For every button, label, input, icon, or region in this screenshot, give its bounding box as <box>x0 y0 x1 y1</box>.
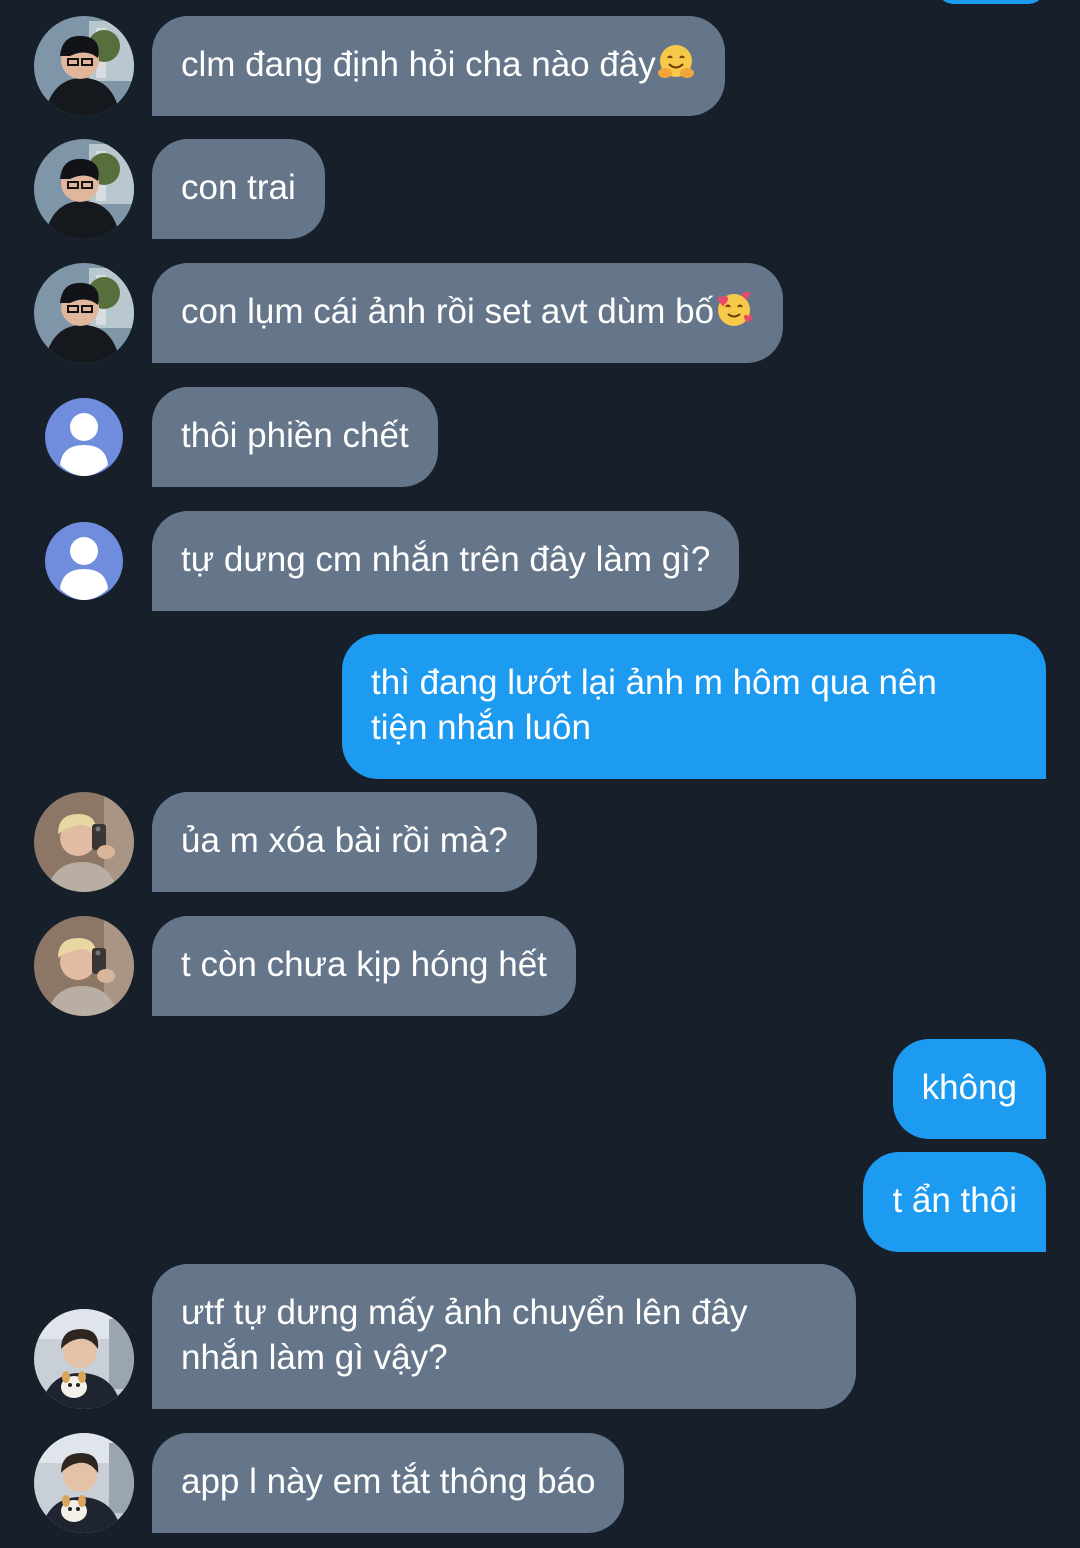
previous-outgoing-bubble-edge <box>936 0 1046 4</box>
default-user-avatar[interactable] <box>34 511 134 611</box>
message-text: clm đang định hỏi cha nào đây <box>181 45 656 84</box>
man-with-pet-avatar[interactable] <box>34 1309 134 1409</box>
message-bubble[interactable]: t ẩn thôi <box>863 1152 1046 1252</box>
message-bubble[interactable]: clm đang định hỏi cha nào đây <box>152 16 725 116</box>
message-text: thôi phiền chết <box>181 416 409 455</box>
message-text-line-1: thì đang lướt lại ảnh m hôm qua nên <box>371 663 937 702</box>
hugging-face-emoji <box>656 42 696 82</box>
dark-hair-man-avatar[interactable] <box>34 16 134 116</box>
message-bubble[interactable]: thì đang lướt lại ảnh m hôm qua nên tiện… <box>342 634 1046 779</box>
blonde-man-selfie-avatar[interactable] <box>34 792 134 892</box>
smiling-face-with-hearts-emoji <box>714 289 754 329</box>
message-text: app l này em tắt thông báo <box>181 1462 596 1501</box>
message-text-line-2: tiện nhắn luôn <box>371 708 591 747</box>
message-bubble[interactable]: con trai <box>152 139 325 239</box>
message-text: t còn chưa kịp hóng hết <box>181 945 547 984</box>
message-text: ủa m xóa bài rồi mà? <box>181 821 508 860</box>
message-bubble[interactable]: t còn chưa kịp hóng hết <box>152 916 576 1016</box>
man-with-pet-avatar[interactable] <box>34 1433 134 1533</box>
message-bubble[interactable]: con lụm cái ảnh rồi set avt dùm bố <box>152 263 784 363</box>
message-text: không <box>921 1068 1017 1107</box>
message-bubble[interactable]: ủa m xóa bài rồi mà? <box>152 792 537 892</box>
dark-hair-man-avatar[interactable] <box>34 263 134 363</box>
dark-hair-man-avatar[interactable] <box>34 139 134 239</box>
default-user-avatar[interactable] <box>34 387 134 487</box>
message-bubble[interactable]: không <box>892 1039 1046 1139</box>
message-text: t ẩn thôi <box>892 1181 1017 1220</box>
message-bubble[interactable]: thôi phiền chết <box>152 387 438 487</box>
message-text: con trai <box>181 168 296 207</box>
message-text: tự dưng cm nhắn trên đây làm gì? <box>181 540 711 579</box>
message-text-line-1: ưtf tự dưng mấy ảnh chuyển lên đây <box>181 1293 748 1332</box>
message-bubble[interactable]: ưtf tự dưng mấy ảnh chuyển lên đây nhắn … <box>152 1264 856 1409</box>
blonde-man-selfie-avatar[interactable] <box>34 916 134 1016</box>
message-bubble[interactable]: app l này em tắt thông báo <box>152 1433 625 1533</box>
message-text: con lụm cái ảnh rồi set avt dùm bố <box>181 292 715 331</box>
message-bubble[interactable]: tự dưng cm nhắn trên đây làm gì? <box>152 511 740 611</box>
message-text-line-2: nhắn làm gì vậy? <box>181 1338 448 1377</box>
